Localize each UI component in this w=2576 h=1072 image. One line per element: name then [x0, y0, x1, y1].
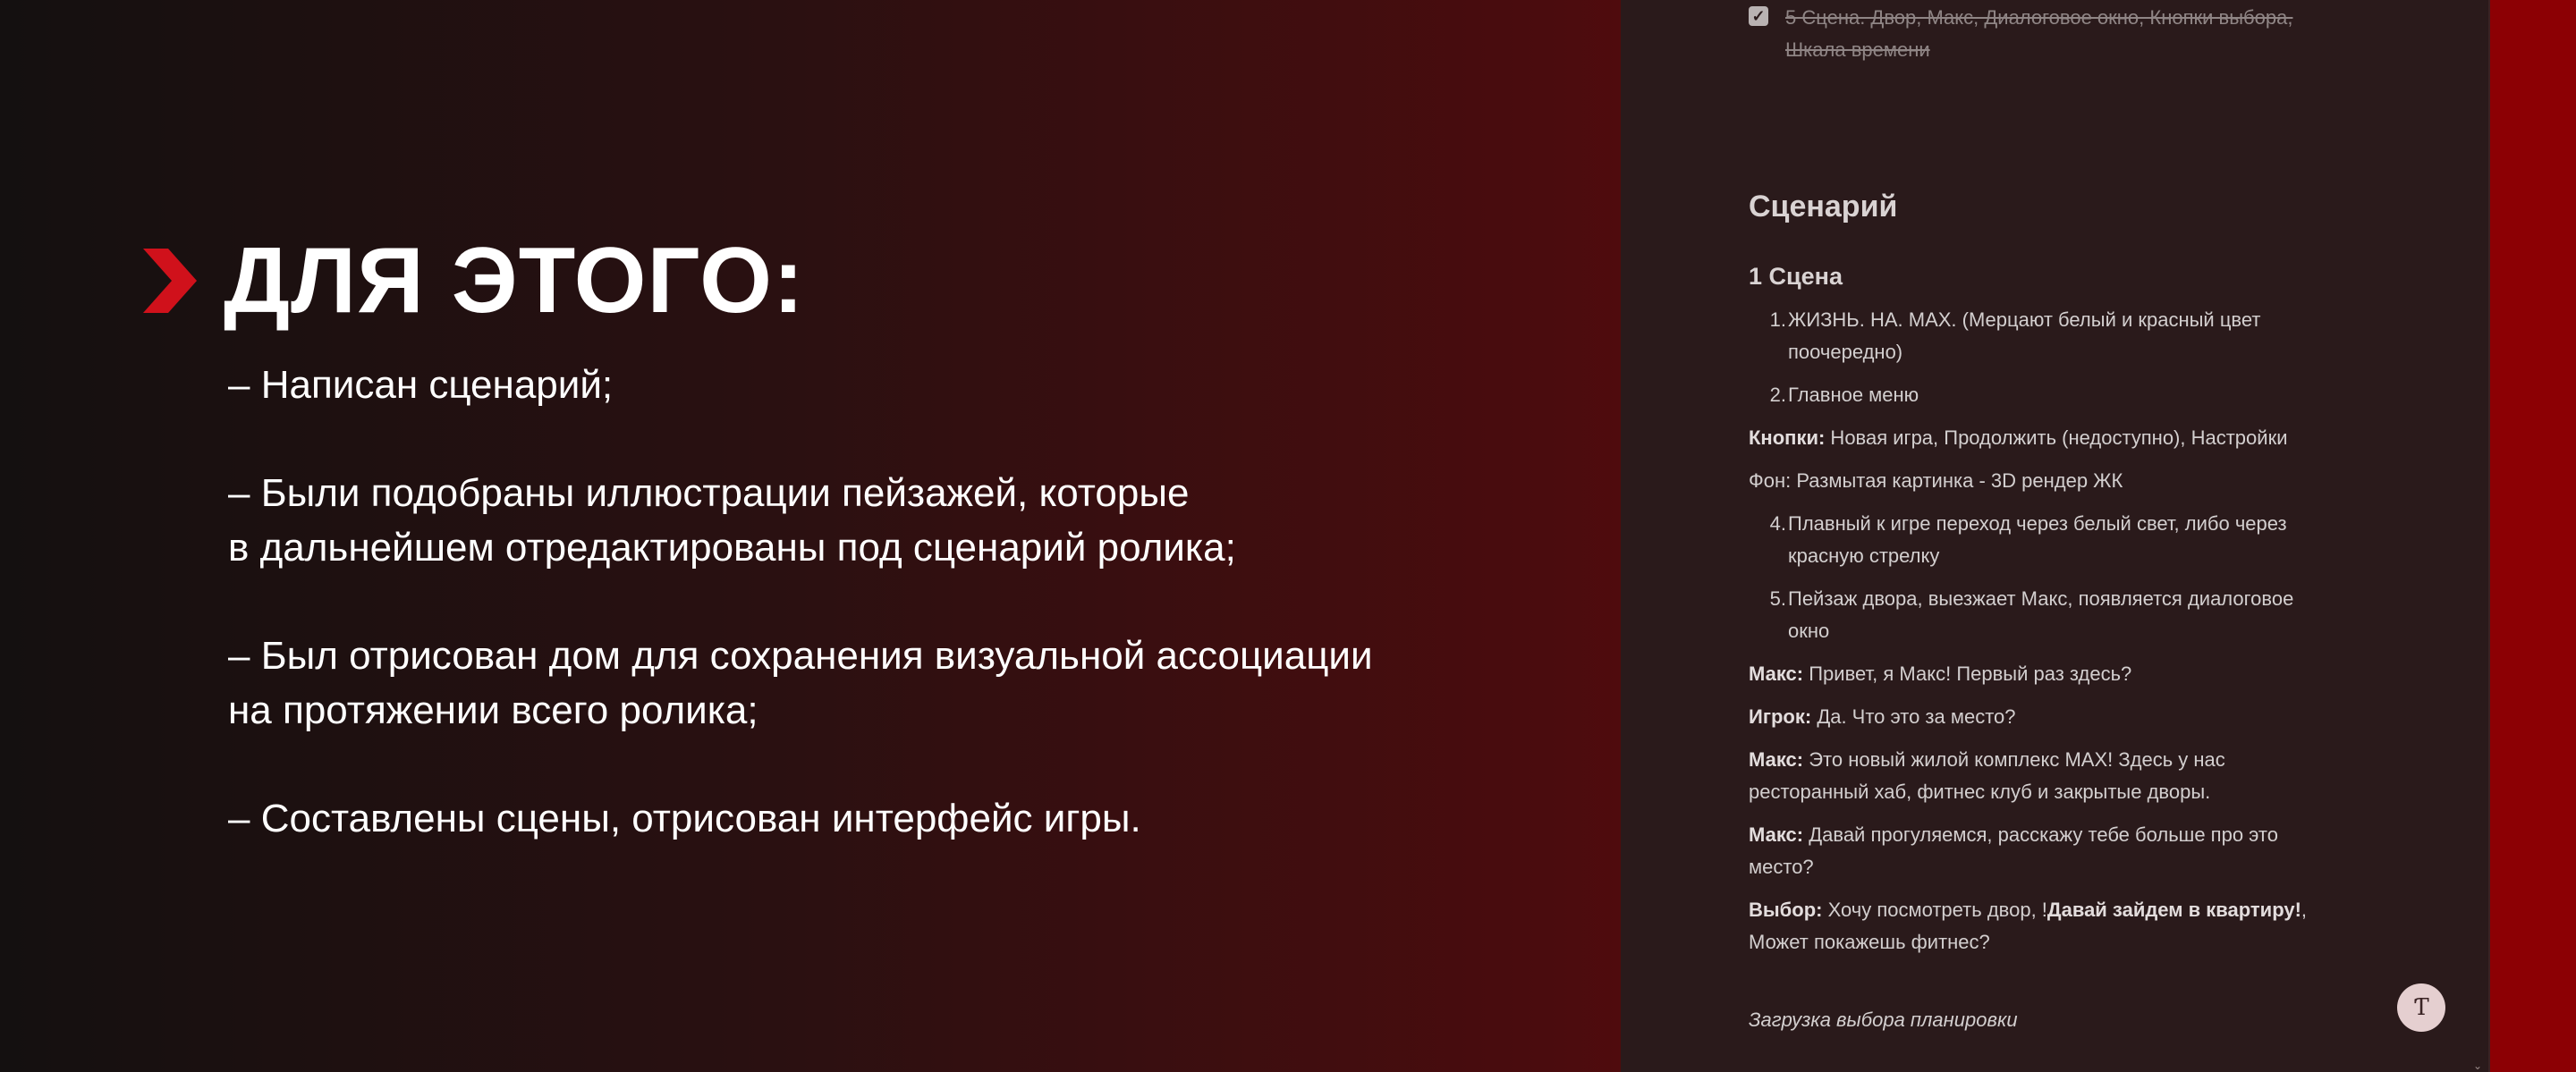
- paragraph-buttons: Кнопки: Новая игра, Продолжить (недоступ…: [1749, 422, 2339, 454]
- list-number: 5.: [1769, 587, 1786, 610]
- dialog-text: Это новый жилой комплекс MAX! Здесь у на…: [1749, 748, 2225, 803]
- slide-heading: ДЛЯ ЭТОГО:: [143, 234, 805, 327]
- list-text: Плавный к игре переход через белый свет,…: [1788, 512, 2287, 567]
- italic-note: Загрузка выбора планировки: [1749, 1009, 2018, 1031]
- resize-handle-icon[interactable]: ⌄: [2473, 1059, 2482, 1072]
- list-item: 5. Пейзаж двора, выезжает Макс, появляет…: [1749, 583, 2339, 647]
- list-number: 1.: [1769, 308, 1786, 331]
- dialog-line: Игрок: Да. Что это за место?: [1749, 701, 2339, 733]
- dialog-line: Макс: Это новый жилой комплекс MAX! Здес…: [1749, 744, 2339, 808]
- dialog-speaker: Макс:: [1749, 748, 1804, 771]
- chevron-right-icon: [143, 249, 197, 313]
- bullet-item: – Написан сценарий;: [228, 363, 614, 407]
- slide-title: ДЛЯ ЭТОГО:: [224, 229, 805, 333]
- paragraph-text: Новая игра, Продолжить (недоступно), Нас…: [1825, 426, 2288, 449]
- paragraph-label: Кнопки:: [1749, 426, 1826, 449]
- bullet-item: – Составлены сцены, отрисован интерфейс …: [228, 797, 1141, 840]
- list-text: Пейзаж двора, выезжает Макс, появляется …: [1788, 587, 2294, 642]
- paragraph-background: Фон: Размытая картинка - 3D рендер ЖК: [1749, 469, 2123, 492]
- subsection-heading: 1 Сцена: [1749, 263, 1843, 290]
- list-item: 4. Плавный к игре переход через белый св…: [1749, 508, 2339, 572]
- checkbox-checked[interactable]: ✓: [1749, 6, 1768, 26]
- bullet-item: – Были подобраны иллюстрации пейзажей, к…: [228, 471, 1236, 570]
- choice-line: Выбор: Хочу посмотреть двор, !Давай зайд…: [1749, 894, 2339, 958]
- choice-text: Хочу посмотреть двор, !: [1822, 899, 2047, 921]
- notes-panel[interactable]: ✓ 5 Сцена. Двор, Макс, Диалоговое окно, …: [1621, 0, 2488, 1072]
- bullet-list: – Написан сценарий; – Были подобраны илл…: [228, 358, 1552, 899]
- background-strip: [2490, 0, 2576, 1072]
- list-number: 4.: [1769, 512, 1786, 535]
- scenario-body: 1. ЖИЗНЬ. НА. MAX. (Мерцают белый и крас…: [1749, 304, 2339, 969]
- list-number: 2.: [1769, 384, 1786, 406]
- section-heading: Сценарий: [1749, 190, 1898, 224]
- list-text: Главное меню: [1788, 384, 1919, 406]
- dialog-speaker: Игрок:: [1749, 705, 1812, 728]
- todo-item-done: ✓ 5 Сцена. Двор, Макс, Диалоговое окно, …: [1749, 2, 2464, 66]
- bullet-item: – Был отрисован дом для сохранения визуа…: [228, 634, 1373, 732]
- choice-bold: Давай зайдем в квартиру!: [2046, 899, 2301, 921]
- list-item: 2. Главное меню: [1749, 379, 2339, 411]
- todo-item-text: 5 Сцена. Двор, Макс, Диалоговое окно, Кн…: [1785, 6, 2293, 61]
- list-item: 1. ЖИЗНЬ. НА. MAX. (Мерцают белый и крас…: [1749, 304, 2339, 368]
- presentation-slide: ДЛЯ ЭТОГО: – Написан сценарий; – Были по…: [0, 0, 1621, 1072]
- dialog-line: Макс: Давай прогуляемся, расскажу тебе б…: [1749, 819, 2339, 883]
- dialog-speaker: Макс:: [1749, 663, 1804, 685]
- assistant-avatar-icon[interactable]: Ƭ: [2397, 983, 2445, 1032]
- dialog-text: Да. Что это за место?: [1811, 705, 2016, 728]
- list-text: ЖИЗНЬ. НА. MAX. (Мерцают белый и красный…: [1788, 308, 2261, 363]
- choice-label: Выбор:: [1749, 899, 1823, 921]
- dialog-line: Макс: Привет, я Макс! Первый раз здесь?: [1749, 658, 2339, 690]
- dialog-speaker: Макс:: [1749, 823, 1804, 846]
- dialog-text: Привет, я Макс! Первый раз здесь?: [1803, 663, 2132, 685]
- dialog-text: Давай прогуляемся, расскажу тебе больше …: [1749, 823, 2278, 878]
